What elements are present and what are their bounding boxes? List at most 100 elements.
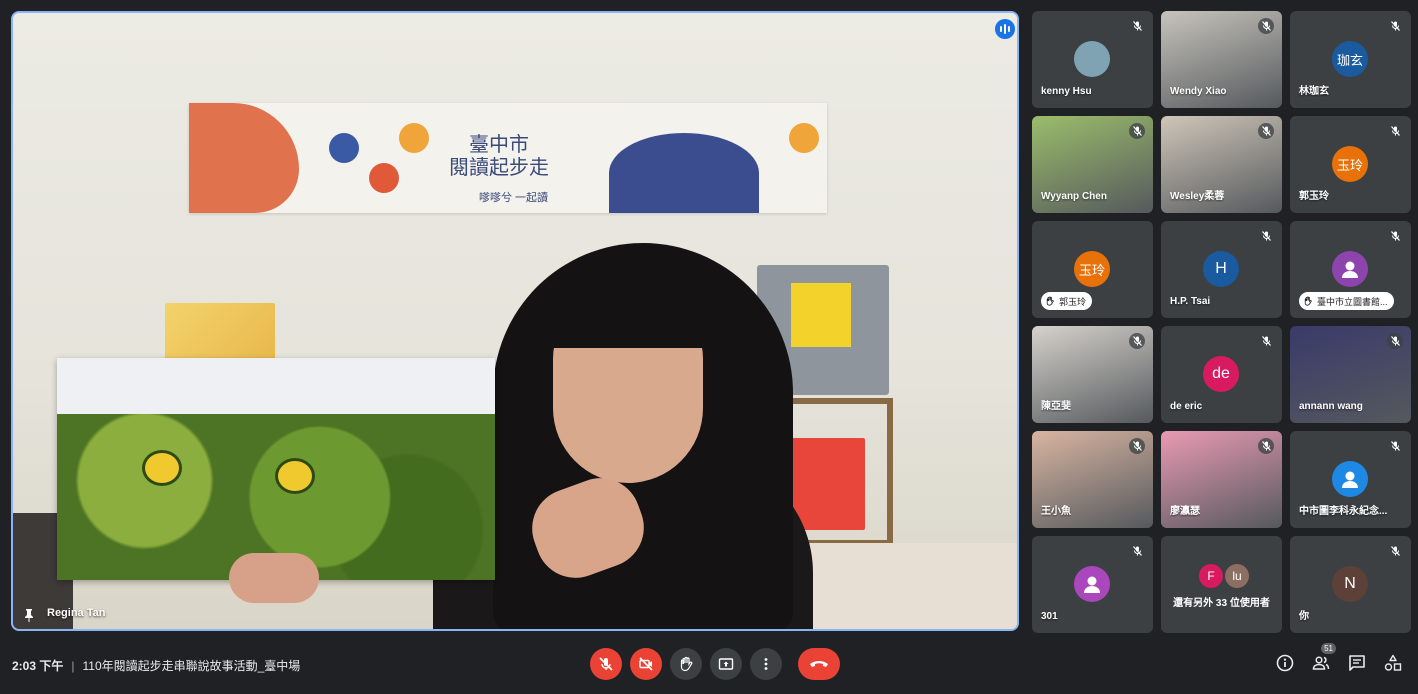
camera-off-button[interactable] bbox=[630, 648, 662, 680]
participant-name: 王小魚 bbox=[1041, 506, 1071, 517]
separator: | bbox=[71, 659, 75, 673]
present-icon bbox=[718, 658, 734, 670]
participant-tile[interactable]: 珈玄 林珈玄 bbox=[1290, 11, 1411, 108]
banner-flower bbox=[789, 123, 819, 153]
chat-button[interactable] bbox=[1348, 654, 1366, 672]
mic-muted-icon bbox=[1129, 123, 1145, 139]
participant-tile[interactable]: 301 bbox=[1032, 536, 1153, 633]
activities-icon bbox=[1384, 654, 1402, 671]
participant-tile[interactable]: 陳亞斐 bbox=[1032, 326, 1153, 423]
present-screen-button[interactable] bbox=[710, 648, 742, 680]
participant-avatar: 玉玲 bbox=[1074, 251, 1110, 287]
participant-tile[interactable]: 玉玲 郭玉玲 bbox=[1290, 116, 1411, 213]
participant-name: annann wang bbox=[1299, 401, 1363, 412]
mic-muted-icon bbox=[1129, 438, 1145, 454]
participant-photo bbox=[1074, 41, 1110, 77]
speaker-name-label: Regina Tan bbox=[47, 607, 106, 619]
main-video-stage[interactable]: 臺中市 閱讀起步走 嗲嗲兮 一起讀 Regina Tan bbox=[11, 11, 1019, 631]
banner-subtitle: 嗲嗲兮 一起讀 bbox=[479, 192, 549, 204]
participant-tile[interactable]: kenny Hsu bbox=[1032, 11, 1153, 108]
participant-name: 301 bbox=[1041, 611, 1058, 622]
participant-name: Wyyanp Chen bbox=[1041, 191, 1107, 202]
participant-avatar: de bbox=[1203, 356, 1239, 392]
meeting-info: 2:03 下午 | 110年閱讀起步走串聯說故事活動_臺中場 bbox=[12, 657, 300, 674]
participant-name: 郭玉玲 bbox=[1299, 191, 1329, 202]
mic-muted-icon bbox=[1258, 123, 1274, 139]
raised-hand-chip: 臺中市立圖書館... bbox=[1299, 292, 1394, 310]
frog-eye bbox=[275, 458, 315, 494]
participant-avatar: N bbox=[1332, 566, 1368, 602]
mic-muted-icon bbox=[1387, 228, 1403, 244]
participant-name: de eric bbox=[1170, 401, 1203, 412]
banner-shape-left bbox=[189, 103, 299, 213]
activities-button[interactable] bbox=[1384, 654, 1402, 672]
hang-up-icon bbox=[810, 661, 828, 667]
mic-muted-icon bbox=[1387, 18, 1403, 34]
raise-hand-button[interactable] bbox=[670, 648, 702, 680]
pin-icon[interactable] bbox=[23, 608, 35, 622]
participant-count-badge: 51 bbox=[1321, 643, 1336, 654]
participant-name: 臺中市立圖書館... bbox=[1317, 296, 1388, 307]
mic-off-icon bbox=[599, 657, 613, 671]
participant-tile[interactable]: Wyyanp Chen bbox=[1032, 116, 1153, 213]
participant-name: Wesley柔蓉 bbox=[1170, 191, 1225, 202]
raised-hand-chip: 郭玉玲 bbox=[1041, 292, 1093, 310]
frog-picture-book bbox=[57, 358, 495, 580]
participant-tile[interactable]: Wendy Xiao bbox=[1161, 11, 1282, 108]
mic-muted-icon bbox=[1258, 333, 1274, 349]
speaking-indicator-icon bbox=[995, 19, 1015, 39]
participant-tile[interactable]: de de eric bbox=[1161, 326, 1282, 423]
presenter-hand-left bbox=[229, 553, 319, 603]
mic-muted-icon bbox=[1387, 123, 1403, 139]
camera-off-icon bbox=[639, 657, 653, 671]
banner-flower bbox=[369, 163, 399, 193]
participant-tile[interactable]: Wesley柔蓉 bbox=[1161, 116, 1282, 213]
people-button[interactable]: 51 bbox=[1312, 643, 1336, 672]
participant-tile[interactable]: annann wang bbox=[1290, 326, 1411, 423]
call-controls bbox=[590, 648, 840, 680]
more-participants-avatars: Flu bbox=[1199, 564, 1249, 588]
mic-muted-icon bbox=[1387, 333, 1403, 349]
side-panel-controls: 51 bbox=[1276, 643, 1402, 672]
participant-name: 你 bbox=[1299, 611, 1309, 622]
mic-muted-icon bbox=[1258, 438, 1274, 454]
participant-avatar bbox=[1332, 251, 1368, 287]
participant-tile[interactable]: 臺中市立圖書館... bbox=[1290, 221, 1411, 318]
info-icon bbox=[1276, 654, 1294, 672]
participant-tile[interactable]: H H.P. Tsai bbox=[1161, 221, 1282, 318]
people-icon bbox=[1312, 656, 1330, 670]
more-options-button[interactable] bbox=[750, 648, 782, 680]
leave-call-button[interactable] bbox=[798, 648, 840, 680]
meeting-title: 110年閱讀起步走串聯說故事活動_臺中場 bbox=[82, 659, 301, 673]
participant-name: Wendy Xiao bbox=[1170, 86, 1227, 97]
participant-tile[interactable]: Flu 還有另外 33 位使用者 bbox=[1161, 536, 1282, 633]
more-participants-label: 還有另外 33 位使用者 bbox=[1173, 598, 1270, 609]
meeting-details-button[interactable] bbox=[1276, 654, 1294, 672]
mic-muted-icon bbox=[1387, 543, 1403, 559]
participant-name: 陳亞斐 bbox=[1041, 401, 1071, 412]
tote-bag-logo bbox=[791, 283, 851, 347]
mic-muted-icon bbox=[1129, 18, 1145, 34]
participant-name: 林珈玄 bbox=[1299, 86, 1329, 97]
participant-tile[interactable]: 王小魚 bbox=[1032, 431, 1153, 528]
participant-tile[interactable]: 玉玲郭玉玲 bbox=[1032, 221, 1153, 318]
reading-banner: 臺中市 閱讀起步走 嗲嗲兮 一起讀 bbox=[189, 103, 827, 213]
banner-title: 臺中市 閱讀起步走 bbox=[449, 132, 549, 179]
participant-tile[interactable]: 廖瀛瑟 bbox=[1161, 431, 1282, 528]
participant-name: H.P. Tsai bbox=[1170, 296, 1211, 307]
banner-flower bbox=[329, 133, 359, 163]
mic-muted-icon bbox=[1129, 333, 1145, 349]
participant-tile[interactable]: 中市圖李科永紀念... bbox=[1290, 431, 1411, 528]
banner-shape-right bbox=[609, 133, 759, 213]
mic-muted-icon bbox=[1258, 228, 1274, 244]
participant-avatar bbox=[1074, 566, 1110, 602]
participant-tile[interactable]: N你 bbox=[1290, 536, 1411, 633]
mic-off-button[interactable] bbox=[590, 648, 622, 680]
chat-icon bbox=[1349, 655, 1365, 671]
participant-avatar: 珈玄 bbox=[1332, 41, 1368, 77]
participant-avatar: 玉玲 bbox=[1332, 146, 1368, 182]
shelf-book bbox=[165, 303, 275, 363]
table bbox=[803, 543, 1017, 629]
clock: 2:03 下午 bbox=[12, 659, 64, 673]
mic-muted-icon bbox=[1387, 438, 1403, 454]
